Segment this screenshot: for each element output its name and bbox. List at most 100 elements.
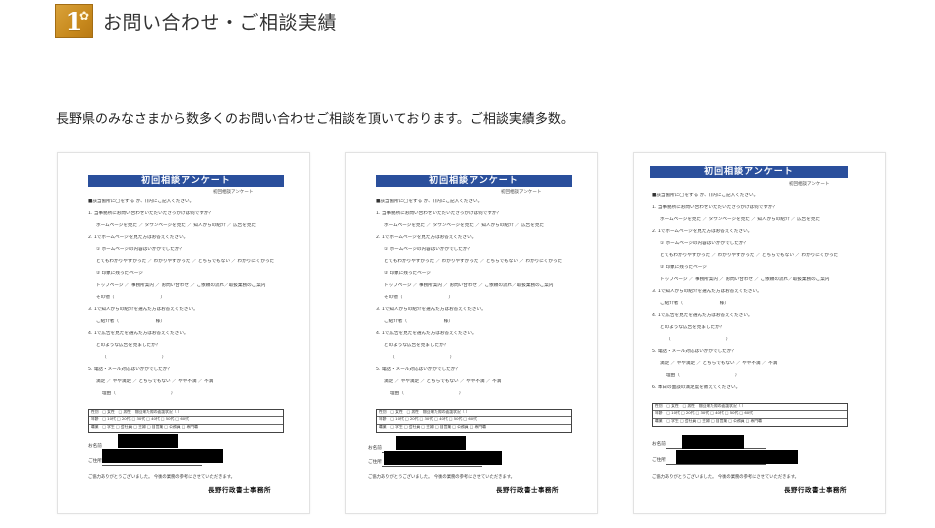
survey-title: 初回相談アンケート (88, 175, 284, 187)
survey-line: （ ） (390, 355, 455, 360)
redaction-block (102, 449, 223, 463)
survey-line: ① ホームページの内容はいかがでしたか？ (660, 241, 749, 246)
redaction-block (384, 451, 502, 465)
office-name: 長野行政書士事務所 (208, 486, 271, 494)
survey-line: その他（ ） (96, 295, 165, 300)
survey-line: （ ） (102, 355, 167, 360)
office-name: 長野行政書士事務所 (496, 486, 559, 494)
survey-line: 理由（ ） (102, 391, 176, 396)
survey-lines: ■該当箇所に◯をする か、()内にご記入ください。 1. 当事務所にお問い合わせ… (652, 193, 852, 397)
survey-line: ② 印象に残ったページ (660, 265, 707, 270)
redaction-block (676, 450, 798, 464)
survey-line: とてもわかりやすかった ／ わかりやすかった ／ どちらでもない ／ わかりにく… (660, 253, 839, 258)
survey-subtitle: 初回相談アンケート (501, 190, 542, 195)
name-label: お名前 (368, 446, 382, 451)
survey-line: 5. 電話・メール対応はいかがでしたか？ (376, 367, 460, 372)
survey-line: 満足 ／ やや満足 ／ どちらでもない ／ やや不満 ／ 不満 (384, 379, 502, 384)
survey-line: 5. 電話・メール対応はいかがでしたか？ (88, 367, 172, 372)
survey-line: 4. 1で広告を見たを選んだ方はお答えください。 (652, 313, 753, 318)
survey-line: （ ） (666, 337, 731, 342)
survey-line: どのような広告を見ましたか？ (96, 343, 161, 348)
survey-line: ご紹介者（ 様） (96, 319, 165, 324)
intro-text: 長野県のみなさまから数多くのお問い合わせご相談を頂いております。ご相談実績多数。 (56, 112, 574, 127)
survey-line: ① ホームページの内容はいかがでしたか？ (384, 247, 473, 252)
table-row: 年齢 □ 10代 □ 20代 □ 30代 □ 40代 □ 50代 □ 60代 (653, 411, 847, 419)
survey-title: 初回相談アンケート (650, 166, 848, 178)
survey-line: 2. 1でホームページを見た方はお答えください。 (376, 235, 477, 240)
survey-line: どのような広告を見ましたか？ (384, 343, 449, 348)
survey-line: ■該当箇所に◯をする か、()内にご記入ください。 (376, 199, 483, 204)
survey-line: ■該当箇所に◯をする か、()内にご記入ください。 (88, 199, 195, 204)
survey-line: ご紹介者（ 様） (660, 301, 729, 306)
survey-line: とてもわかりやすかった ／ わかりやすかった ／ どちらでもない ／ わかりにく… (384, 259, 563, 264)
table-row: 職業 □ 学生 □ 会社員 □ 主婦 □ 自営業 □ 公務員 □ 専門職 (91, 424, 198, 429)
address-underline (102, 465, 202, 466)
survey-line: ホームページを見た ／ タウンページを見た ／ 知人からの紹介 ／ 広告を見た (660, 217, 821, 222)
survey-line: 4. 1で広告を見たを選んだ方はお答えください。 (88, 331, 189, 336)
table-row: 年齢 □ 10代 □ 20代 □ 30代 □ 40代 □ 50代 □ 60代 (377, 417, 571, 425)
survey-subtitle: 初回相談アンケート (213, 190, 254, 195)
survey-profile-table: 性別 □ 女性 □ 男性 前回来た際の面談状況（ ） 年齢 □ 10代 □ 20… (88, 409, 284, 433)
survey-line: 3. 1で知人からの紹介を選んだ方はお答えください。 (88, 307, 198, 312)
table-row: 年齢 □ 10代 □ 20代 □ 30代 □ 40代 □ 50代 □ 60代 (89, 417, 283, 425)
survey-line: 理由（ ） (666, 373, 740, 378)
survey-document: 初回相談アンケート 初回相談アンケート ■該当箇所に◯をする か、()内にご記入… (634, 153, 885, 513)
table-row: 職業 □ 学生 □ 会社員 □ 主婦 □ 自営業 □ 公務員 □ 専門職 (379, 424, 486, 429)
table-row: 性別 □ 女性 □ 男性 前回来た際の面談状況（ ） (653, 404, 847, 412)
thanks-text: ご協力ありがとうございました。 今後の業務の参考にさせていただきます。 (652, 475, 799, 480)
office-name: 長野行政書士事務所 (784, 486, 847, 494)
address-label: ご住所 (368, 460, 382, 465)
table-row: 性別 □ 女性 □ 男性 前回来た際の面談状況（ ） (89, 410, 283, 418)
survey-line: 満足 ／ やや満足 ／ どちらでもない ／ やや不満 ／ 不満 (96, 379, 214, 384)
section-header: 1 ✿ お問い合わせ・ご相談実績 (55, 4, 337, 38)
survey-line: どのような広告を見ましたか？ (660, 325, 725, 330)
survey-line: 2. 1でホームページを見た方はお答えください。 (88, 235, 189, 240)
survey-line: とてもわかりやすかった ／ わかりやすかった ／ どちらでもない ／ わかりにく… (96, 259, 275, 264)
survey-line: ホームページを見た ／ タウンページを見た ／ 知人からの紹介 ／ 広告を見た (96, 223, 257, 228)
survey-line: ■該当箇所に◯をする か、()内にご記入ください。 (652, 193, 759, 198)
survey-title: 初回相談アンケート (376, 175, 572, 187)
table-row: 職業 □ 学生 □ 会社員 □ 主婦 □ 自営業 □ 公務員 □ 専門職 (655, 418, 762, 423)
name-label: お名前 (88, 444, 102, 449)
leaf-icon: ✿ (78, 9, 89, 23)
survey-lines: ■該当箇所に◯をする か、()内にご記入ください。 1. 当事務所にお問い合わせ… (376, 199, 576, 403)
survey-line: ホームページを見た ／ タウンページを見た ／ 知人からの紹介 ／ 広告を見た (384, 223, 545, 228)
survey-line: ② 印象に残ったページ (384, 271, 431, 276)
survey-line: ご紹介者（ 様） (384, 319, 453, 324)
survey-image-card[interactable]: 初回相談アンケート 初回相談アンケート ■該当箇所に◯をする か、()内にご記入… (57, 152, 310, 514)
address-underline (666, 464, 766, 465)
page-title: お問い合わせ・ご相談実績 (103, 11, 338, 34)
section-number-badge: 1 ✿ (55, 4, 93, 38)
survey-lines: ■該当箇所に◯をする か、()内にご記入ください。 1. 当事務所にお問い合わせ… (88, 199, 288, 403)
thanks-text: ご協力ありがとうございました。 今後の業務の参考にさせていただきます。 (88, 475, 235, 480)
survey-image-card[interactable]: 初回相談アンケート 初回相談アンケート ■該当箇所に◯をする か、()内にご記入… (633, 152, 886, 514)
survey-line: 6. 本日の面談の満足度を教えてください。 (652, 385, 741, 390)
survey-image-card[interactable]: 初回相談アンケート 初回相談アンケート ■該当箇所に◯をする か、()内にご記入… (345, 152, 598, 514)
redaction-block (682, 435, 744, 449)
survey-line: 理由（ ） (390, 391, 464, 396)
survey-line: 満足 ／ やや満足 ／ どちらでもない ／ やや不満 ／ 不満 (660, 361, 778, 366)
survey-line: 1. 当事務所にお問い合わせいただいたきっかけは何ですか？ (88, 211, 214, 216)
address-label: ご住所 (88, 459, 102, 464)
survey-document: 初回相談アンケート 初回相談アンケート ■該当箇所に◯をする か、()内にご記入… (346, 153, 597, 513)
redaction-block (396, 436, 466, 450)
survey-profile-table: 性別 □ 女性 □ 男性 前回来た際の面談状況（ ） 年齢 □ 10代 □ 20… (652, 403, 848, 427)
survey-line: ① ホームページの内容はいかがでしたか？ (96, 247, 185, 252)
survey-line: 1. 当事務所にお問い合わせいただいたきっかけは何ですか？ (652, 205, 778, 210)
address-label: ご住所 (652, 458, 666, 463)
thanks-text: ご協力ありがとうございました。 今後の業務の参考にさせていただきます。 (368, 475, 515, 480)
survey-line: 3. 1で知人からの紹介を選んだ方はお答えください。 (376, 307, 486, 312)
redaction-block (118, 434, 178, 448)
address-underline (382, 466, 482, 467)
survey-line: 2. 1でホームページを見た方はお答えください。 (652, 229, 753, 234)
survey-document: 初回相談アンケート 初回相談アンケート ■該当箇所に◯をする か、()内にご記入… (58, 153, 309, 513)
survey-profile-table: 性別 □ 女性 □ 男性 前回来た際の面談状況（ ） 年齢 □ 10代 □ 20… (376, 409, 572, 433)
survey-subtitle: 初回相談アンケート (789, 182, 830, 187)
survey-line: 5. 電話・メール対応はいかがでしたか？ (652, 349, 736, 354)
survey-line: ② 印象に残ったページ (96, 271, 143, 276)
survey-line: 4. 1で広告を見たを選んだ方はお答えください。 (376, 331, 477, 336)
name-label: お名前 (652, 442, 666, 447)
survey-line: トップページ ／ 事務所案内 ／ お問い合わせ ／ ご依頼の流れ／取扱業務のご案… (96, 283, 266, 288)
survey-line: トップページ ／ 事務所案内 ／ お問い合わせ ／ ご依頼の流れ／取扱業務のご案… (660, 277, 830, 282)
survey-line: 1. 当事務所にお問い合わせいただいたきっかけは何ですか？ (376, 211, 502, 216)
